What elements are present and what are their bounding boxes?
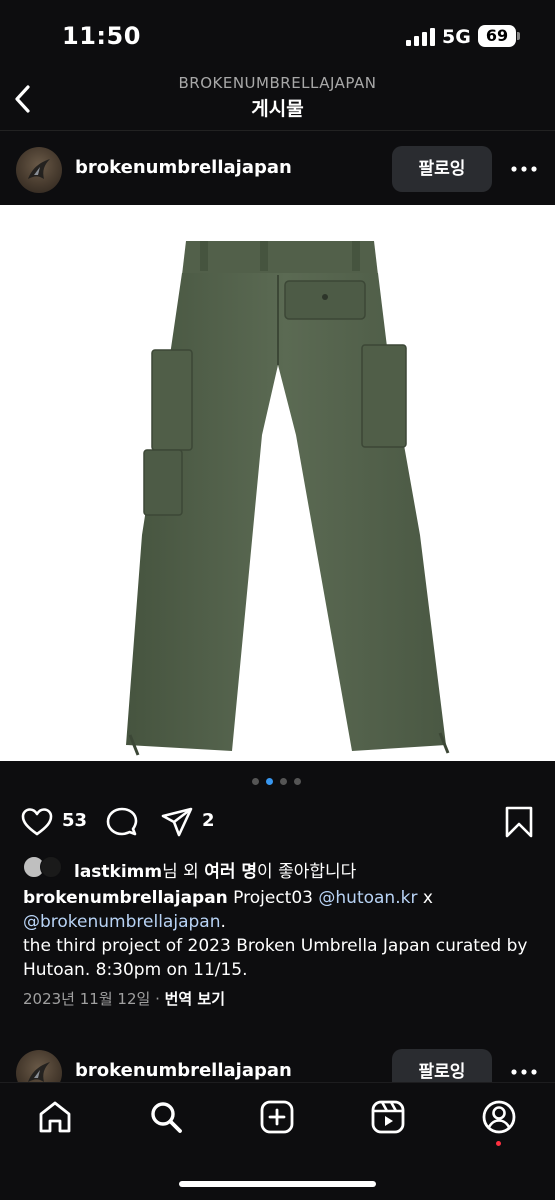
meta-separator: · [150,990,165,1008]
battery-indicator: 69 [478,25,520,47]
mention-link[interactable]: @hutoan.kr [318,888,417,908]
carousel-dot-active [266,778,273,785]
header-subtitle: BROKENUMBRELLAJAPAN [178,74,377,92]
bookmark-icon[interactable] [502,805,536,839]
next-post-header: brokenumbrellajapan 팔로잉 [0,1034,555,1082]
post-image[interactable] [0,205,555,761]
bird-logo-icon [28,159,50,179]
notification-dot [496,1141,501,1146]
avatar[interactable] [16,1050,62,1082]
share-count[interactable]: 2 [202,810,215,831]
liker-username[interactable]: lastkimm [74,862,162,882]
signal-icon [406,28,435,46]
post-header: brokenumbrellajapan 팔로잉 [0,131,555,207]
post-username[interactable]: brokenumbrellajapan [75,1060,292,1081]
status-bar: 11:50 5G 69 [0,0,555,70]
bird-logo-icon [28,1062,50,1082]
translate-link[interactable]: 번역 보기 [165,990,225,1008]
post-username[interactable]: brokenumbrellajapan [75,157,292,178]
heart-icon[interactable] [20,805,54,839]
carousel-indicator [252,778,312,786]
caption-body: the third project of 2023 Broken Umbrell… [23,936,528,980]
post-meta: 2023년 11월 12일 · 번역 보기 [23,988,225,1009]
like-count[interactable]: 53 [62,810,87,831]
page-header: BROKENUMBRELLAJAPAN 게시물 [0,70,555,130]
status-time: 11:50 [62,22,141,50]
network-label: 5G [442,26,471,48]
carousel-dot [280,778,287,785]
liked-by-text: lastkimm님 외 여러 명이 좋아합니다 [74,857,356,882]
liked-by-row[interactable]: lastkimm님 외 여러 명이 좋아합니다 [0,856,555,882]
comment-icon[interactable] [105,805,139,839]
caption-text: Project03 [227,888,319,908]
avatar[interactable] [16,147,62,193]
liked-by-mid: 님 외 [162,862,205,882]
caption-text: x [417,888,433,908]
liked-by-end: 이 좋아합니다 [257,862,357,882]
liker-avatar [40,856,62,878]
caption-username[interactable]: brokenumbrellajapan [23,888,228,908]
post-caption: brokenumbrellajapan Project03 @hutoan.kr… [23,886,543,982]
send-icon[interactable] [160,805,194,839]
home-icon[interactable] [37,1099,73,1135]
caption-text: . [220,912,226,932]
liked-by-others[interactable]: 여러 명 [204,862,257,882]
home-indicator [179,1181,376,1187]
cargo-pants-photo [126,241,450,756]
post-date: 2023년 11월 12일 [23,990,151,1008]
profile-icon[interactable] [481,1099,517,1135]
carousel-dot [252,778,259,785]
carousel-dot [294,778,301,785]
action-bar: 53 2 [0,800,555,844]
mention-link[interactable]: @brokenumbrellajapan [23,912,220,932]
more-horizontal-icon[interactable] [510,165,538,173]
reels-icon[interactable] [370,1099,406,1135]
search-icon[interactable] [148,1099,184,1135]
following-button[interactable]: 팔로잉 [392,146,492,192]
page-title: 게시물 [251,98,304,120]
following-button[interactable]: 팔로잉 [392,1049,492,1082]
create-icon[interactable] [259,1099,295,1135]
more-horizontal-icon[interactable] [510,1068,538,1076]
